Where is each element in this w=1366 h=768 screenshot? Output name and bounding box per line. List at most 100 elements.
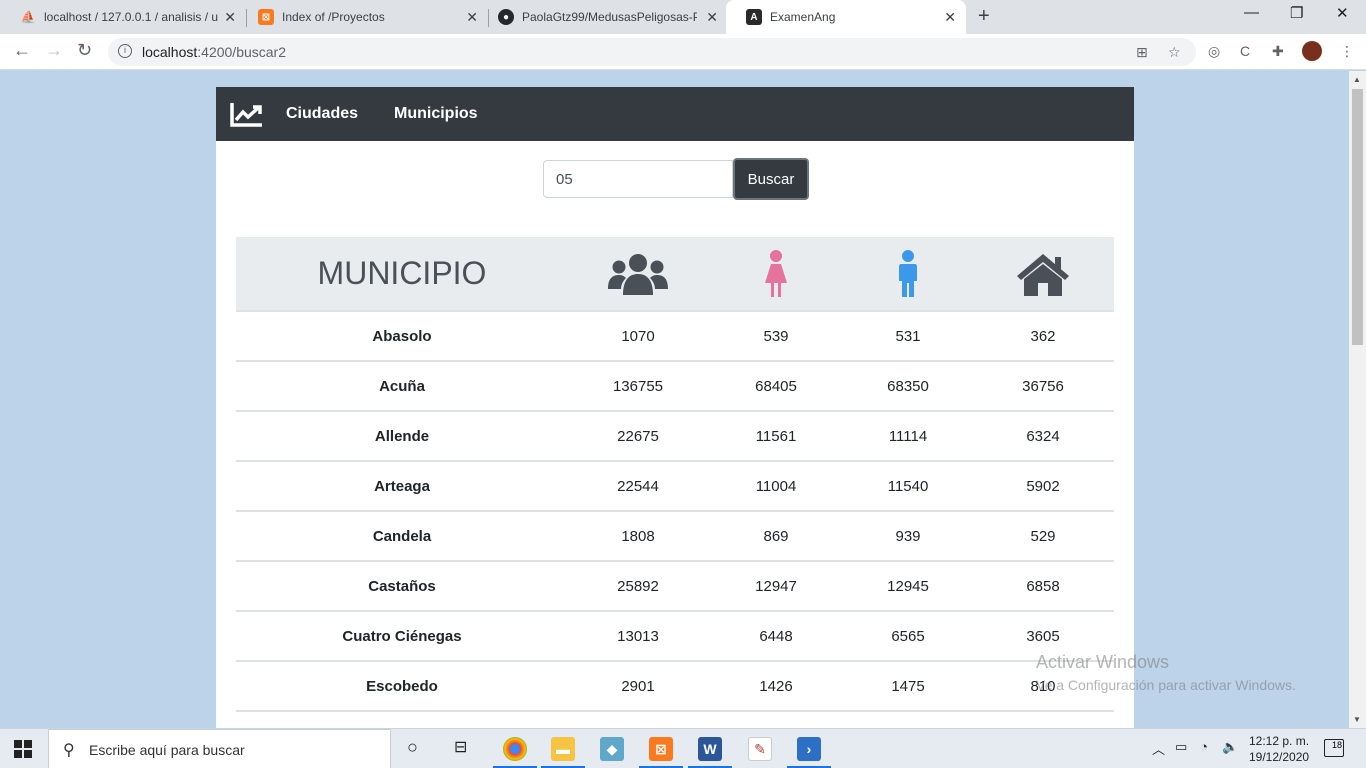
homes-cell: 529 [1030,527,1056,545]
angular-icon: A [746,9,762,25]
minimize-icon[interactable]: — [1244,4,1259,21]
homes-cell: 6324 [1026,427,1060,445]
page-scrollbar[interactable]: ▲ ▼ [1349,71,1366,728]
search-button[interactable]: Buscar [733,158,809,200]
municipio-name: Cuatro Ciénegas [342,627,462,645]
close-icon[interactable]: ✕ [466,9,478,26]
watermark-subtitle: Ve a Configuración para activar Windows. [1036,677,1296,693]
task-view-icon[interactable]: ⊟ [454,737,467,757]
municipio-name: Allende [374,427,430,445]
table-row[interactable]: Acuña 136755 68405 68350 36756 [236,361,1114,411]
xampp-taskbar-icon[interactable]: ⊠ [649,737,673,761]
scroll-down-icon[interactable]: ▼ [1353,715,1361,724]
tab-label: localhost / 127.0.0.1 / analisis / u [44,10,219,24]
address-bar[interactable]: i localhost:4200/buscar2 ⊞ ☆ [108,38,1196,66]
profile-avatar[interactable] [1302,41,1322,61]
tab-examenang[interactable]: A ExamenAng ✕ [726,0,966,34]
taskbar-search[interactable]: ⚲ Escribe aquí para buscar [48,729,391,768]
table-row[interactable]: Escobedo 2901 1426 1475 810 [236,661,1114,711]
municipio-name: Escobedo [366,677,438,695]
table-row[interactable] [236,711,1114,728]
users-icon [608,253,668,295]
bookmark-star-icon[interactable]: ☆ [1168,44,1181,61]
extension-icon[interactable]: C [1240,43,1250,59]
municipio-name: Acuña [379,377,425,395]
url-host: localhost [142,44,198,60]
search-input[interactable] [543,160,733,198]
clock-time: 12:12 p. m. [1249,734,1310,748]
translate-icon[interactable]: ⊞ [1136,44,1148,61]
women-cell: 869 [763,527,789,545]
female-icon [765,249,787,297]
total-cell: 1808 [621,527,655,545]
forward-icon[interactable]: → [45,40,63,61]
chart-line-icon[interactable] [230,101,264,127]
back-icon[interactable]: ← [13,40,31,61]
table-row[interactable]: Candela 1808 869 939 529 [236,511,1114,561]
activation-watermark: Activar Windows Ve a Configuración para … [1036,652,1296,693]
powershell-taskbar-icon[interactable]: › [797,737,821,761]
word-taskbar-icon[interactable]: W [698,737,722,761]
wifi-icon[interactable]: ◔ [1200,739,1208,754]
men-cell: 6565 [891,627,925,645]
volume-icon[interactable]: 🔈 [1222,739,1238,755]
municipio-name: Castaños [368,577,436,595]
puzzle-icon[interactable]: ✚ [1272,43,1284,60]
table-row[interactable]: Allende 22675 11561 11114 6324 [236,411,1114,461]
homes-cell: 36756 [1022,377,1064,395]
nav-link-ciudades[interactable]: Ciudades [286,105,358,123]
app-taskbar-icon[interactable]: ◆ [600,737,624,761]
window-close-icon[interactable]: ✕ [1336,4,1349,22]
paint-taskbar-icon[interactable]: ✎ [748,737,772,761]
chrome-taskbar-icon[interactable] [503,737,527,761]
phpmyadmin-icon: ⛵ [20,10,36,24]
total-cell: 22544 [617,477,659,495]
women-cell: 12947 [755,577,797,595]
scroll-up-icon[interactable]: ▲ [1353,75,1361,84]
menu-dots-icon[interactable]: ⋮ [1340,43,1354,60]
tab-phpmyadmin[interactable]: ⛵ localhost / 127.0.0.1 / analisis / u ✕ [0,0,246,34]
men-cell: 12945 [887,577,929,595]
total-cell: 13013 [617,627,659,645]
restore-icon[interactable]: ❐ [1290,4,1303,22]
cortana-icon[interactable]: ○ [407,737,418,758]
scrollbar-thumb[interactable] [1352,89,1363,345]
close-icon[interactable]: ✕ [944,9,956,26]
reload-icon[interactable]: ↻ [77,40,92,61]
battery-icon[interactable]: ▭ [1175,739,1187,755]
table-row[interactable]: Arteaga 22544 11004 11540 5902 [236,461,1114,511]
extension-icon[interactable]: ◎ [1208,43,1220,60]
men-cell: 11540 [887,477,929,495]
file-explorer-icon[interactable]: ▬ [551,737,575,761]
windows-start-icon[interactable] [14,740,32,758]
total-cell: 136755 [612,377,664,395]
tab-github[interactable]: ● PaolaGtz99/MedusasPeligosas-Pl ✕ [478,0,728,34]
table-row[interactable]: Abasolo 1070 539 531 362 [236,311,1114,361]
notification-center-icon[interactable]: 18 [1324,739,1344,757]
chevron-up-icon[interactable]: ︿ [1152,739,1165,758]
url-text[interactable]: localhost:4200/buscar2 [142,44,286,60]
xampp-icon: ⊠ [258,9,274,25]
homes-cell: 5902 [1026,477,1060,495]
close-icon[interactable]: ✕ [224,9,236,26]
table-row[interactable]: Cuatro Ciénegas 13013 6448 6565 3605 [236,611,1114,661]
taskbar-clock[interactable]: 12:12 p. m. 19/12/2020 [1249,733,1309,765]
men-header [844,237,972,311]
men-cell: 531 [895,327,921,345]
homes-header [972,237,1114,311]
browser-tabbar: ⛵ localhost / 127.0.0.1 / analisis / u ✕… [0,0,1366,34]
page-container: Ciudades Municipios Buscar MUNICIPIO [216,87,1134,728]
men-cell: 11114 [888,427,928,445]
table-row[interactable]: Castaños 25892 12947 12945 6858 [236,561,1114,611]
total-cell: 1070 [621,327,655,345]
close-icon[interactable]: ✕ [706,9,718,26]
total-cell: 22675 [617,427,659,445]
municipio-name: Arteaga [374,477,430,495]
new-tab-button[interactable]: + [978,5,990,28]
tab-index-proyectos[interactable]: ⊠ Index of /Proyectos ✕ [238,0,488,34]
nav-link-municipios[interactable]: Municipios [394,105,478,123]
url-path: :4200/buscar2 [197,44,286,60]
github-icon: ● [498,9,514,25]
info-icon[interactable]: i [118,44,132,58]
table-row-partial [236,711,1114,728]
